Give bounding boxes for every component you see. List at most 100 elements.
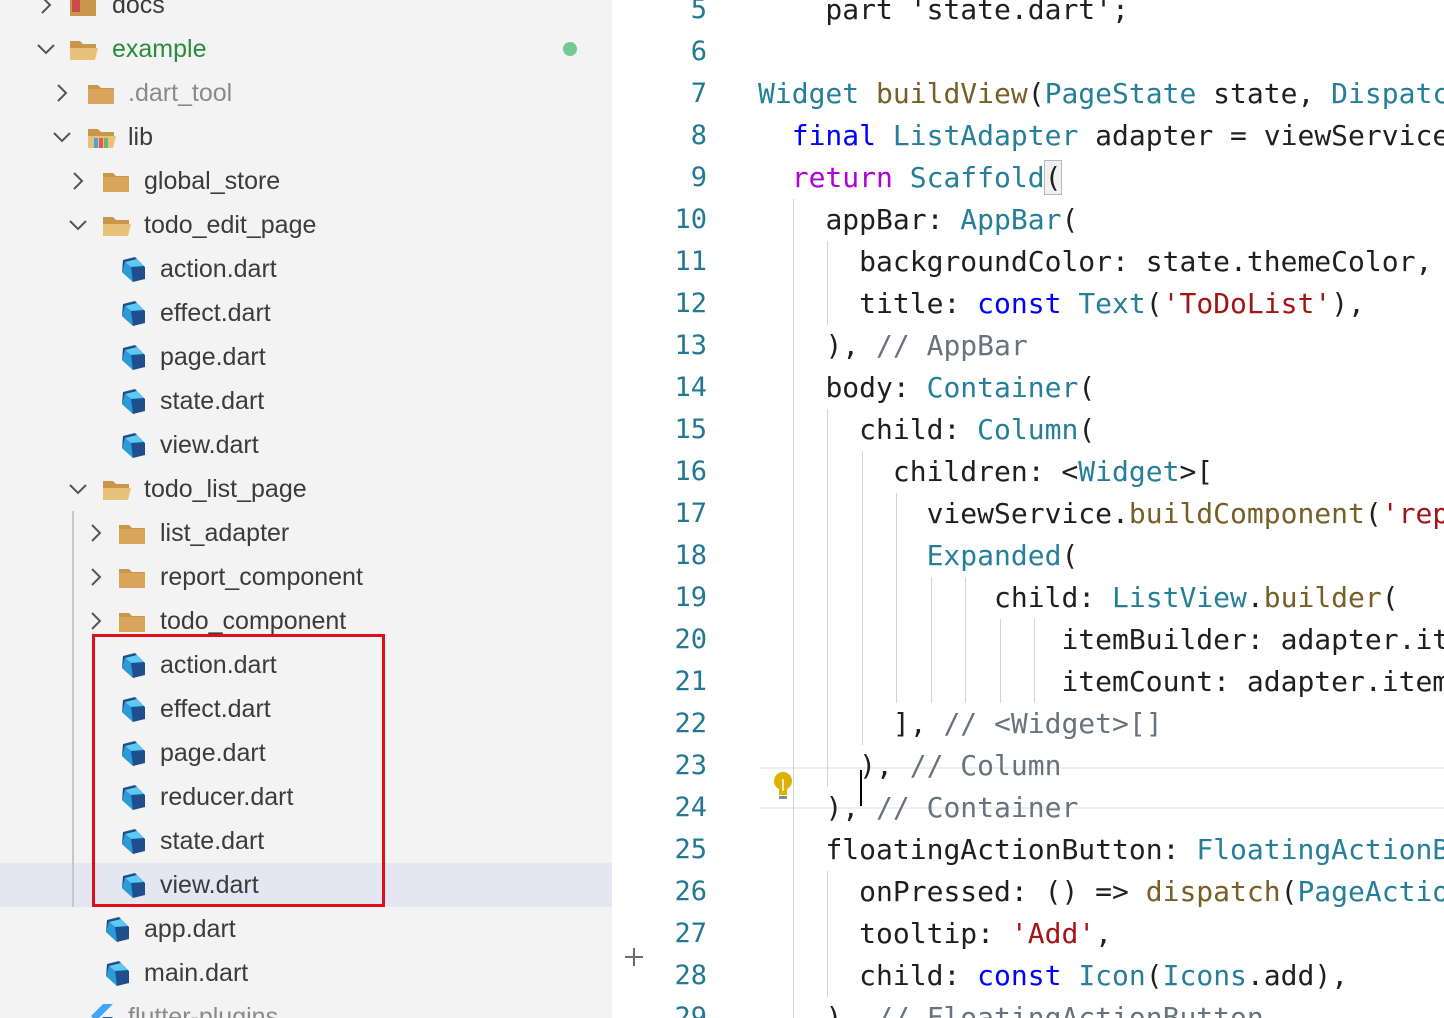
line-number-gutter[interactable]: 16 [612, 451, 740, 493]
line-number: 17 [674, 498, 707, 529]
code-line[interactable]: children: <Widget>[ [758, 451, 1213, 493]
code-line[interactable]: part 'state.dart'; [758, 0, 1129, 31]
code-token: Widget [1078, 455, 1180, 488]
code-line[interactable]: ), // FloatingActionButton [758, 997, 1263, 1018]
code-line[interactable]: itemCount: adapter.itemCount)), [758, 661, 1444, 703]
line-number-gutter[interactable]: 18 [612, 535, 740, 577]
code-line[interactable]: itemBuilder: adapter.itemBuilder, [758, 619, 1444, 661]
tree-folder-item[interactable]: lib [0, 115, 612, 159]
tree-item-label: page.dart [160, 343, 266, 371]
tree-item-label: effect.dart [160, 299, 271, 327]
line-number-gutter[interactable]: 7 [612, 73, 740, 115]
code-token: ( [1381, 581, 1399, 614]
code-token: FloatingActionButton [1196, 833, 1444, 866]
tree-folder-item[interactable]: todo_component [0, 599, 612, 643]
code-line[interactable]: tooltip: 'Add', [758, 913, 1112, 955]
line-number-gutter[interactable]: 13 [612, 325, 740, 367]
line-number-gutter[interactable]: 9 [612, 157, 740, 199]
tree-folder-item[interactable]: .dart_tool [0, 71, 612, 115]
code-line[interactable]: final ListAdapter adapter = viewService.… [758, 115, 1444, 157]
tree-item-label: todo_component [160, 607, 347, 635]
code-token: Dispatch [1331, 77, 1444, 110]
tree-folder-item[interactable]: example [0, 27, 612, 71]
line-number-gutter[interactable]: 11 [612, 241, 740, 283]
tree-file-item[interactable]: state.dart [0, 379, 612, 423]
dart-file-icon [122, 785, 145, 810]
line-number-gutter[interactable]: 29 [612, 997, 740, 1018]
tree-file-item[interactable]: view.dart [0, 423, 612, 467]
code-token: title: [859, 287, 978, 320]
folder-open-icon [103, 217, 131, 236]
code-line[interactable]: title: const Text('ToDoList'), [758, 283, 1365, 325]
code-token: tooltip: [859, 917, 1011, 950]
code-line[interactable]: backgroundColor: state.themeColor, [758, 241, 1432, 283]
line-number-gutter[interactable]: 10 [612, 199, 740, 241]
tree-file-item[interactable]: state.dart [0, 819, 612, 863]
tree-item-label: main.dart [144, 959, 249, 987]
code-line[interactable]: child: const Icon(Icons.add), [758, 955, 1348, 997]
folder-icon [119, 569, 145, 588]
code-line[interactable]: onPressed: () => dispatch(PageActionCrea… [758, 871, 1444, 913]
tree-item-label: state.dart [160, 827, 265, 855]
code-line[interactable]: child: Column( [758, 409, 1095, 451]
line-number-gutter[interactable]: 6 [612, 31, 740, 73]
tree-folder-item[interactable]: todo_edit_page [0, 203, 612, 247]
code-line[interactable]: ), // AppBar [758, 325, 1027, 367]
tree-folder-item[interactable]: report_component [0, 555, 612, 599]
tree-folder-item[interactable]: todo_list_page [0, 467, 612, 511]
tree-folder-item[interactable]: global_store [0, 159, 612, 203]
code-line[interactable]: Widget buildView(PageState state, Dispat… [758, 73, 1444, 115]
tree-file-item[interactable]: app.dart [0, 907, 612, 951]
git-modified-dot [563, 42, 577, 56]
line-number-gutter[interactable]: 20 [612, 619, 740, 661]
line-number-gutter[interactable]: 22 [612, 703, 740, 745]
code-line[interactable]: ], // <Widget>[] [758, 703, 1163, 745]
tree-file-item[interactable]: effect.dart [0, 291, 612, 335]
code-line[interactable]: appBar: AppBar( [758, 199, 1078, 241]
line-number: 13 [674, 330, 707, 361]
code-line[interactable]: body: Container( [758, 367, 1095, 409]
code-line[interactable]: ), // Container [758, 787, 1078, 829]
line-number-gutter[interactable]: 24 [612, 787, 740, 829]
tree-file-item[interactable]: action.dart [0, 643, 612, 687]
code-line[interactable]: viewService.buildComponent('report'), [758, 493, 1444, 535]
code-token: ( [1078, 413, 1096, 446]
line-number-gutter[interactable]: 12 [612, 283, 740, 325]
tree-folder-item[interactable]: list_adapter [0, 511, 612, 555]
line-number-gutter[interactable]: 23 [612, 745, 740, 787]
tree-file-item[interactable]: reducer.dart [0, 775, 612, 819]
tree-folder-item[interactable]: docs [0, 0, 612, 27]
code-line[interactable]: floatingActionButton: FloatingActionButt… [758, 829, 1444, 871]
line-number-gutter[interactable]: 28 [612, 955, 740, 997]
tree-file-item[interactable]: page.dart [0, 335, 612, 379]
tree-file-item[interactable]: main.dart [0, 951, 612, 995]
tree-item-label: page.dart [160, 739, 266, 767]
file-explorer: docs example .dart_tool lib global_store todo… [0, 0, 612, 1018]
line-number-gutter[interactable]: 27 [612, 913, 740, 955]
code-line[interactable]: return Scaffold( [758, 157, 1063, 199]
code-line[interactable]: ), // Column [758, 745, 1061, 787]
tree-file-item[interactable]: effect.dart [0, 687, 612, 731]
code-token: part 'state.dart'; [791, 0, 1129, 26]
tree-item-label: effect.dart [160, 695, 271, 723]
code-editor[interactable]: 5 part 'state.dart'; 6 7 Widget buildView(P… [612, 0, 1444, 1018]
line-number-gutter[interactable]: 19 [612, 577, 740, 619]
tree-file-item[interactable]: page.dart [0, 731, 612, 775]
line-number-gutter[interactable]: 8 [612, 115, 740, 157]
line-number-gutter[interactable]: 17 [612, 493, 740, 535]
line-number-gutter[interactable]: 25 [612, 829, 740, 871]
line-number-gutter[interactable]: 5 [612, 0, 740, 31]
line-number-gutter[interactable]: 14 [612, 367, 740, 409]
line-number-gutter[interactable]: 21 [612, 661, 740, 703]
tree-file-item[interactable]: flutter-plugins [0, 995, 612, 1018]
tree-file-item[interactable]: action.dart [0, 247, 612, 291]
code-line[interactable]: Expanded( [758, 535, 1079, 577]
line-number-gutter[interactable]: 26 [612, 871, 740, 913]
tree-file-item[interactable]: view.dart [0, 863, 612, 907]
line-number: 15 [674, 414, 707, 445]
line-number-gutter[interactable]: 15 [612, 409, 740, 451]
code-line[interactable]: child: ListView.builder( [758, 577, 1399, 619]
